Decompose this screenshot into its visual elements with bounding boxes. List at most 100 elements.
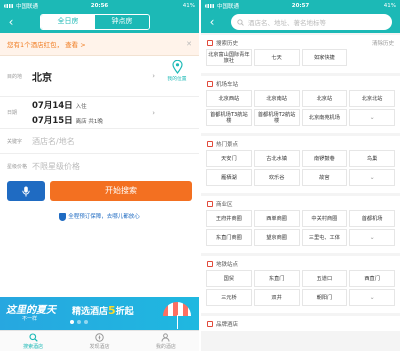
suggestion-chip[interactable]: 国贸 bbox=[206, 270, 252, 287]
tab-my-hotel[interactable]: 我的酒店 bbox=[133, 331, 199, 351]
suggestion-chip[interactable]: 北京西站 bbox=[206, 90, 252, 107]
destination-value[interactable]: 北京 bbox=[32, 69, 52, 84]
suggestion-chip[interactable]: 东直门商圈 bbox=[206, 229, 252, 246]
section-icon bbox=[207, 40, 213, 46]
close-icon[interactable]: ✕ bbox=[186, 40, 192, 48]
keyword-input[interactable]: 酒店名/地名 bbox=[32, 136, 75, 147]
suggestion-chip[interactable]: 欢乐谷 bbox=[253, 169, 300, 186]
suggestion-chip[interactable]: 朝阳门 bbox=[301, 289, 348, 306]
room-type-segment: 全日房 钟点房 bbox=[40, 14, 150, 30]
suggestion-chip[interactable]: 如家快捷 bbox=[301, 49, 348, 66]
section-icon bbox=[207, 261, 213, 267]
clock: 20:56 bbox=[90, 2, 109, 9]
expand-more-icon[interactable]: ⌄ bbox=[349, 229, 395, 246]
suggestion-chip[interactable]: 北京富山国际青年旅社 bbox=[206, 49, 252, 66]
back-button[interactable]: ‹ bbox=[201, 11, 223, 33]
expand-more-icon[interactable]: ⌄ bbox=[349, 109, 395, 126]
suggestion-chip[interactable]: 首都机场 bbox=[349, 210, 395, 227]
section-icon bbox=[207, 141, 213, 147]
suggestion-chip[interactable]: 东直门 bbox=[253, 270, 300, 287]
clear-history-button[interactable]: 清除历史 bbox=[372, 39, 394, 47]
section-title: 商业区 bbox=[216, 202, 233, 208]
suggestion-chip[interactable]: 首都机场T3航站楼 bbox=[206, 109, 252, 126]
section-title: 地铁站点 bbox=[216, 262, 239, 268]
suggestion-chip[interactable]: 南锣鼓巷 bbox=[301, 150, 348, 167]
checkin-date[interactable]: 07月14日 bbox=[32, 99, 73, 111]
suggestion-chip[interactable]: 故宫 bbox=[301, 169, 348, 186]
star-price-input[interactable]: 不限星级价格 bbox=[32, 161, 80, 172]
search-input[interactable]: 酒店名、地址、著名地标等 bbox=[231, 14, 392, 30]
suggestion-chip[interactable]: 鸟巢 bbox=[349, 150, 395, 167]
section-header: 机场车站 bbox=[207, 80, 238, 88]
guarantee-text: 全程预订保障，去哪儿都放心 bbox=[68, 214, 140, 220]
suggestion-chip[interactable]: 北京站 bbox=[301, 90, 348, 107]
suggestion-chip[interactable]: 北京南站 bbox=[253, 90, 300, 107]
suggestion-chip[interactable]: 王府井商圈 bbox=[206, 210, 252, 227]
tab-discover-hotel[interactable]: 发现酒店 bbox=[66, 331, 132, 351]
suggestion-chip[interactable]: 中关村商圈 bbox=[301, 210, 348, 227]
hotel-search-screen: 中国联通 20:56 41% ‹ 全日房 钟点房 您有1个酒店红包， 查看 > … bbox=[0, 0, 199, 351]
status-bar: 中国联通 20:57 41% bbox=[201, 0, 400, 11]
destination-row[interactable]: 目的地 北京 › 我的位置 bbox=[0, 56, 199, 97]
suggestion-chip[interactable]: 古北水镇 bbox=[253, 150, 300, 167]
guarantee-link[interactable]: 全程预订保障，去哪儿都放心 bbox=[0, 212, 199, 221]
promo-banner[interactable]: 您有1个酒店红包， 查看 > ✕ bbox=[0, 33, 199, 56]
section-header: 商业区 bbox=[207, 200, 233, 208]
suggestion-chip[interactable]: 雁栖湖 bbox=[206, 169, 252, 186]
promo-link[interactable]: 查看 > bbox=[65, 39, 86, 49]
keyword-row[interactable]: 关键字 酒店名/地名 bbox=[0, 129, 199, 154]
section-brand-hotels: 品牌酒店 bbox=[201, 316, 400, 331]
section-icon bbox=[207, 201, 213, 207]
shield-icon bbox=[59, 212, 67, 221]
promo-ad-banner[interactable]: 这里的夏天 不一样 精选酒店5折起 bbox=[0, 297, 199, 330]
section-title: 热门景点 bbox=[216, 142, 239, 148]
expand-more-icon[interactable]: ⌄ bbox=[349, 289, 395, 306]
location-pin-icon bbox=[171, 60, 183, 74]
chevron-right-icon: › bbox=[152, 72, 155, 80]
suggestion-chip[interactable]: 七天 bbox=[253, 49, 300, 66]
suggestion-chip[interactable]: 双井 bbox=[253, 289, 300, 306]
date-row[interactable]: 日期 07月14日 入住 07月15日 离店 共1晚 › bbox=[0, 97, 199, 129]
checkout-suffix: 离店 共1晚 bbox=[75, 119, 103, 125]
suggestion-chip[interactable]: 西直门 bbox=[349, 270, 395, 287]
suggestion-chip[interactable]: 三元桥 bbox=[206, 289, 252, 306]
tab-full-day[interactable]: 全日房 bbox=[41, 15, 95, 29]
suggestion-chip[interactable]: 五道口 bbox=[301, 270, 348, 287]
tab-label: 我的酒店 bbox=[155, 344, 176, 350]
section-icon bbox=[207, 81, 213, 87]
search-icon bbox=[29, 333, 38, 342]
signal-icon bbox=[205, 3, 215, 8]
banner-subheadline: 不一样 bbox=[22, 316, 38, 322]
checkout-date[interactable]: 07月15日 bbox=[32, 114, 73, 126]
person-icon bbox=[161, 333, 170, 342]
carousel-dots bbox=[70, 320, 88, 324]
tab-label: 搜索酒店 bbox=[23, 344, 44, 350]
suggestion-chip[interactable]: 天安门 bbox=[206, 150, 252, 167]
start-search-button[interactable]: 开始搜索 bbox=[50, 181, 192, 201]
star-price-row[interactable]: 星级价格 不限星级价格 bbox=[0, 154, 199, 179]
carrier: 中国联通 bbox=[16, 3, 39, 10]
suggestion-sections: 搜索历史 清除历史 北京富山国际青年旅社 七天 如家快捷 机场车站 北京西站 北京南站 北京站北… bbox=[201, 33, 400, 351]
tab-search-hotel[interactable]: 搜索酒店 bbox=[0, 331, 66, 351]
battery: 41% bbox=[383, 2, 397, 9]
my-location-button[interactable]: 我的位置 bbox=[161, 60, 193, 82]
suggestion-chip[interactable]: 望京商圈 bbox=[253, 229, 300, 246]
my-location-label: 我的位置 bbox=[167, 77, 187, 82]
back-button[interactable]: ‹ bbox=[0, 11, 22, 33]
compass-icon bbox=[95, 333, 104, 342]
clock: 20:57 bbox=[291, 2, 310, 9]
umbrella-pole bbox=[176, 315, 178, 329]
destination-picker-screen: 中国联通 20:57 41% ‹ 酒店名、地址、著名地标等 搜索历史 清除历史 北京… bbox=[201, 0, 400, 351]
tab-hourly[interactable]: 钟点房 bbox=[95, 15, 149, 29]
chip-grid: 国贸 东直门 五道口 西直门三元桥 双井 朝阳门 ⌄ bbox=[206, 270, 395, 306]
bottom-tab-bar: 搜索酒店 发现酒店 我的酒店 bbox=[0, 330, 199, 351]
voice-search-button[interactable] bbox=[7, 181, 45, 201]
section-subway-station: 地铁站点国贸 东直门 五道口 西直门三元桥 双井 朝阳门 ⌄ bbox=[201, 256, 400, 313]
suggestion-chip[interactable]: 北京北站 bbox=[349, 90, 395, 107]
suggestion-chip[interactable]: 西单商圈 bbox=[253, 210, 300, 227]
section-header: 地铁站点 bbox=[207, 260, 238, 268]
suggestion-chip[interactable]: 北京南苑机场 bbox=[301, 109, 348, 126]
expand-more-icon[interactable]: ⌄ bbox=[349, 169, 395, 186]
suggestion-chip[interactable]: 三里屯、工体 bbox=[301, 229, 348, 246]
suggestion-chip[interactable]: 首都机场T2航站楼 bbox=[253, 109, 300, 126]
